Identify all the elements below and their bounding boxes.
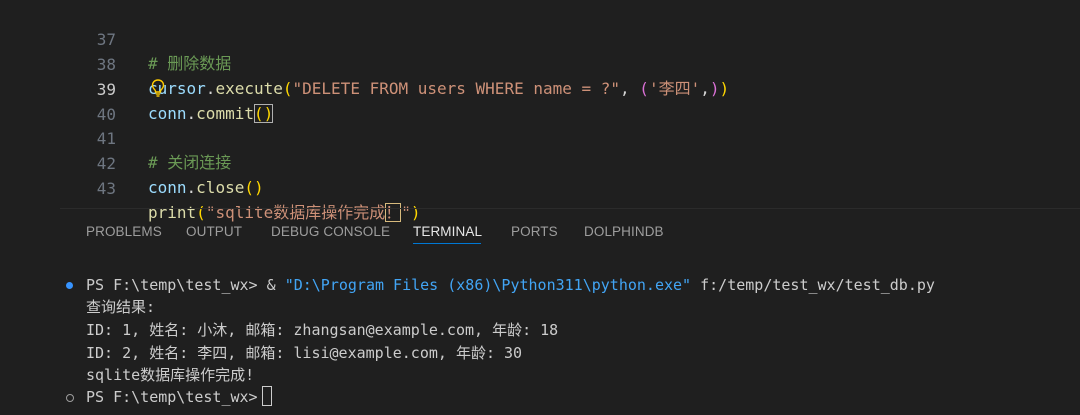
- code-line[interactable]: 40: [0, 79, 116, 124]
- code-paren: (: [639, 79, 649, 98]
- terminal-python-path: "D:\Program Files (x86)\Python311\python…: [284, 276, 692, 294]
- terminal-cursor: [261, 386, 272, 406]
- panel-divider: [60, 208, 1080, 209]
- tab-dolphindb[interactable]: DOLPHINDB: [584, 222, 664, 242]
- code-method: execute: [215, 79, 283, 98]
- terminal-prompt: PS F:\temp\test_wx> &: [86, 276, 285, 294]
- code-line[interactable]: 38 cursor.execute("DELETE FROM users WHE…: [0, 29, 729, 98]
- terminal-panel[interactable]: PS F:\temp\test_wx> & "D:\Program Files …: [0, 270, 1080, 415]
- code-line[interactable]: 41 # 关闭连接: [0, 103, 232, 172]
- code-identifier: conn: [148, 178, 187, 197]
- code-line[interactable]: 42 conn.close(): [0, 128, 264, 197]
- line-number: 40: [96, 105, 116, 124]
- command-success-icon[interactable]: [66, 282, 73, 289]
- terminal-prompt-line[interactable]: PS F:\temp\test_wx>: [86, 386, 272, 408]
- line-number: 38: [96, 55, 116, 74]
- code-comment: # 删除数据: [148, 54, 232, 73]
- code-punct: .: [186, 104, 197, 123]
- code-punct: ,: [700, 79, 710, 98]
- code-paren: (): [244, 178, 264, 197]
- panel-tabbar: PROBLEMS OUTPUT DEBUG CONSOLE TERMINAL P…: [0, 210, 1080, 250]
- code-identifier: conn: [148, 104, 187, 123]
- code-editor[interactable]: 37 # 删除数据 38 cursor.execute("DELETE FROM…: [0, 0, 1080, 222]
- code-comment: # 关闭连接: [148, 153, 232, 172]
- editor-scrollbar[interactable]: [1066, 0, 1080, 190]
- code-line-current[interactable]: 39 conn.commit(): [0, 54, 274, 123]
- terminal-output-line: 查询结果:: [86, 298, 156, 316]
- code-paren: ): [709, 79, 720, 98]
- terminal-output-line: sqlite数据库操作完成!: [86, 366, 255, 384]
- code-method: commit: [196, 104, 254, 123]
- code-punct: .: [205, 79, 216, 98]
- code-method: close: [196, 178, 245, 197]
- code-paren-match: (): [253, 104, 274, 123]
- active-tab-indicator: [413, 243, 481, 244]
- code-paren: ): [719, 79, 730, 98]
- code-paren: (: [282, 79, 293, 98]
- line-number: 39: [96, 80, 116, 99]
- tab-problems[interactable]: PROBLEMS: [86, 222, 162, 242]
- code-string: "DELETE FROM users WHERE name = ?": [292, 79, 621, 98]
- tab-terminal[interactable]: TERMINAL: [413, 222, 482, 242]
- line-number: 37: [96, 30, 116, 49]
- tab-output[interactable]: OUTPUT: [186, 222, 242, 242]
- code-line[interactable]: 37 # 删除数据: [0, 4, 232, 73]
- tab-ports[interactable]: PORTS: [511, 222, 558, 242]
- terminal-script-path: f:/temp/test_wx/test_db.py: [691, 276, 935, 294]
- code-string: '李四': [648, 79, 701, 98]
- line-number: 41: [96, 129, 116, 148]
- line-number: 43: [96, 179, 116, 198]
- tab-debug-console[interactable]: DEBUG CONSOLE: [271, 222, 390, 242]
- command-pending-icon[interactable]: [66, 394, 74, 402]
- terminal-output-line: ID: 2, 姓名: 李四, 邮箱: lisi@example.com, 年龄:…: [86, 344, 523, 362]
- terminal-prompt: PS F:\temp\test_wx>: [86, 388, 258, 406]
- code-punct: ,: [620, 79, 640, 98]
- code-punct: .: [186, 178, 197, 197]
- terminal-output-line: ID: 1, 姓名: 小沐, 邮箱: zhangsan@example.com,…: [86, 321, 559, 339]
- lightbulb-icon[interactable]: [150, 78, 166, 98]
- line-number: 42: [96, 154, 116, 173]
- terminal-command-line: PS F:\temp\test_wx> & "D:\Program Files …: [86, 274, 935, 296]
- code-line[interactable]: 43 print("sqlite数据库操作完成！"): [0, 153, 421, 222]
